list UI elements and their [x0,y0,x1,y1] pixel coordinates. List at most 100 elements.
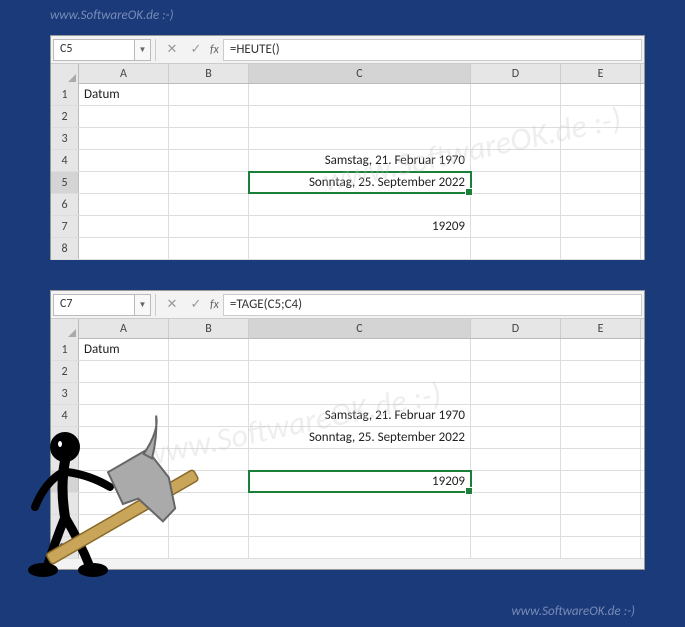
column-header-c[interactable]: C [249,319,471,338]
row-header[interactable]: 6 [51,194,79,215]
cell-d4[interactable] [471,150,561,171]
cell-c8[interactable] [249,238,471,259]
cell-c5[interactable]: Sonntag, 25. September 2022 [249,427,471,448]
cell-e4[interactable] [561,150,641,171]
row-header[interactable]: 6 [51,449,79,470]
cell-b2[interactable] [169,106,249,127]
cell-b1[interactable] [169,84,249,105]
cell-d10[interactable] [471,537,561,558]
cell-e1[interactable] [561,84,641,105]
row-header[interactable]: 2 [51,361,79,382]
cell-c1[interactable] [249,84,471,105]
name-box[interactable]: C5 [53,39,135,61]
cell-a10[interactable] [79,537,169,558]
column-header-d[interactable]: D [471,319,561,338]
cell-c8[interactable] [249,493,471,514]
row-header[interactable]: 7 [51,216,79,237]
cell-c5[interactable]: Sonntag, 25. September 2022 [249,172,471,193]
cell-d7[interactable] [471,471,561,492]
column-header-a[interactable]: A [79,64,169,83]
cell-a3[interactable] [79,383,169,404]
cell-d6[interactable] [471,449,561,470]
cell-d3[interactable] [471,383,561,404]
cell-e7[interactable] [561,216,641,237]
cell-d2[interactable] [471,106,561,127]
cell-e10[interactable] [561,537,641,558]
cell-c1[interactable] [249,339,471,360]
cell-b8[interactable] [169,238,249,259]
cell-e6[interactable] [561,449,641,470]
cell-a1[interactable]: Datum [79,339,169,360]
cell-d5[interactable] [471,427,561,448]
column-header-b[interactable]: B [169,64,249,83]
cell-a1[interactable]: Datum [79,84,169,105]
enter-icon[interactable]: ✓ [184,39,208,61]
row-header[interactable]: 9 [51,515,79,536]
cell-a4[interactable] [79,405,169,426]
cell-e3[interactable] [561,383,641,404]
cell-b7[interactable] [169,471,249,492]
row-header[interactable]: 8 [51,238,79,259]
row-header[interactable]: 7 [51,471,79,492]
cell-e7[interactable] [561,471,641,492]
cell-a4[interactable] [79,150,169,171]
cell-b6[interactable] [169,194,249,215]
select-all-corner[interactable] [51,319,79,339]
cell-e8[interactable] [561,238,641,259]
cell-d5[interactable] [471,172,561,193]
row-header[interactable]: 8 [51,493,79,514]
cell-d1[interactable] [471,84,561,105]
cell-d8[interactable] [471,238,561,259]
cell-c4[interactable]: Samstag, 21. Februar 1970 [249,405,471,426]
cancel-icon[interactable]: ✕ [160,39,184,61]
cell-e5[interactable] [561,172,641,193]
cell-a3[interactable] [79,128,169,149]
cell-b5[interactable] [169,172,249,193]
cell-b5[interactable] [169,427,249,448]
cell-e9[interactable] [561,515,641,536]
cell-a6[interactable] [79,449,169,470]
cell-b3[interactable] [169,128,249,149]
row-header[interactable]: 4 [51,405,79,426]
row-header[interactable]: 4 [51,150,79,171]
cell-a7[interactable] [79,216,169,237]
cell-c10[interactable] [249,537,471,558]
cell-e5[interactable] [561,427,641,448]
row-header[interactable]: 10 [51,537,79,558]
cell-c4[interactable]: Samstag, 21. Februar 1970 [249,150,471,171]
cell-d3[interactable] [471,128,561,149]
cell-e8[interactable] [561,493,641,514]
formula-input[interactable]: =TAGE(C5;C4) [223,294,642,316]
column-header-e[interactable]: E [561,64,641,83]
row-header[interactable]: 1 [51,339,79,360]
cell-b1[interactable] [169,339,249,360]
row-header[interactable]: 5 [51,172,79,193]
cell-d2[interactable] [471,361,561,382]
name-box[interactable]: C7 [53,294,135,316]
cell-c7[interactable]: 19209 [249,471,471,492]
column-header-c[interactable]: C [249,64,471,83]
cell-d6[interactable] [471,194,561,215]
cell-a5[interactable] [79,427,169,448]
cell-a7[interactable] [79,471,169,492]
cell-c2[interactable] [249,361,471,382]
cell-b6[interactable] [169,449,249,470]
cell-c6[interactable] [249,194,471,215]
cell-d7[interactable] [471,216,561,237]
enter-icon[interactable]: ✓ [184,294,208,316]
cell-e3[interactable] [561,128,641,149]
cell-d8[interactable] [471,493,561,514]
row-header[interactable]: 2 [51,106,79,127]
cell-d1[interactable] [471,339,561,360]
name-box-dropdown[interactable]: ▼ [135,294,151,316]
column-header-b[interactable]: B [169,319,249,338]
cell-a6[interactable] [79,194,169,215]
cell-a2[interactable] [79,106,169,127]
cell-c6[interactable] [249,449,471,470]
cell-b3[interactable] [169,383,249,404]
cell-b10[interactable] [169,537,249,558]
select-all-corner[interactable] [51,64,79,84]
cell-c7[interactable]: 19209 [249,216,471,237]
cancel-icon[interactable]: ✕ [160,294,184,316]
fx-icon[interactable]: fx [210,43,219,57]
